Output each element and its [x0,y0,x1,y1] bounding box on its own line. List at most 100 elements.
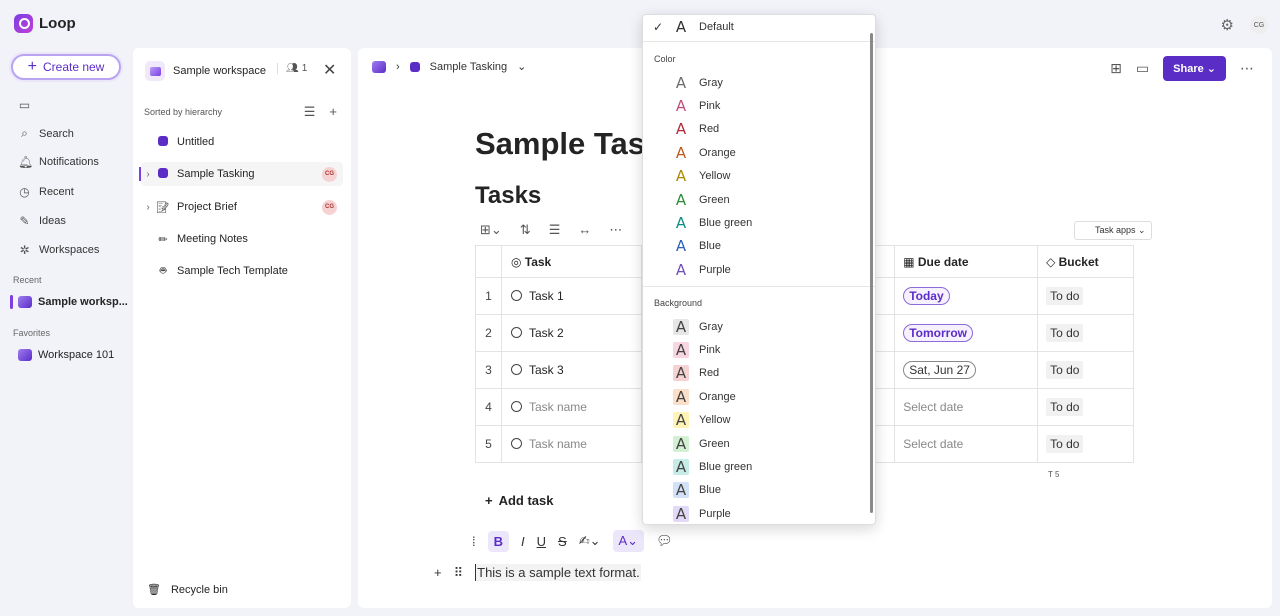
color-option-blue-green[interactable]: A Blue green [643,211,871,234]
nav-workspaces[interactable]: ✲ Workspaces [18,243,99,257]
close-icon[interactable]: ✕ [323,60,336,80]
bucket-tag[interactable]: To do [1046,435,1084,453]
color-option-orange[interactable]: A Orange [643,141,871,164]
complete-task-checkbox[interactable] [510,401,522,412]
bucket-tag[interactable]: To do [1046,287,1084,305]
page-item-sample-tech-template[interactable]: 🤖︎ Sample Tech Template [141,259,343,283]
page-item-meeting-notes[interactable]: ✏ Meeting Notes [141,227,343,251]
nav-recent[interactable]: ◷ Recent [18,185,74,199]
workspace-icon[interactable] [372,60,386,73]
background-option-orange[interactable]: A Orange [643,385,871,408]
search-icon: ⌕ [21,126,28,140]
share-button[interactable]: Share ⌄ [1163,56,1226,81]
background-option-gray[interactable]: A Gray [643,315,871,338]
color-option-red[interactable]: A Red [643,118,871,141]
nav-notifications[interactable]: 🔔︎ Notifications [18,155,99,169]
color-option-green[interactable]: A Green [643,188,871,211]
bucket-tag[interactable]: To do [1046,398,1084,416]
color-option-pink[interactable]: A Pink [643,94,871,117]
complete-task-checkbox[interactable] [510,438,522,449]
background-option-green[interactable]: A Green [643,432,871,455]
select-date[interactable]: Select date [903,400,963,414]
breadcrumb-page[interactable]: Sample Tasking [430,61,507,73]
complete-task-checkbox[interactable] [510,327,522,338]
due-date-pill[interactable]: Sat, Jun 27 [903,361,976,379]
bucket-tag[interactable]: To do [1046,361,1084,379]
nav-search[interactable]: ⌕ Search [18,126,74,141]
bold-button[interactable]: B [487,530,510,552]
nav-ideas[interactable]: ✎ Ideas [18,214,66,228]
page-label: Sample Tasking [177,168,255,180]
background-option-red[interactable]: A Red [643,362,871,385]
underline-button[interactable]: U [537,534,546,549]
font-color-icon: A [673,365,689,382]
more-options-icon[interactable]: ⋯ [1240,60,1254,77]
select-date[interactable]: Select date [903,437,963,451]
workspace-header[interactable]: Sample workspace [145,61,266,81]
recent-workspace-item[interactable]: Sample worksp... [10,295,128,309]
settings-gear-icon[interactable]: ⚙ [1221,16,1234,34]
chevron-down-icon[interactable]: ⌄ [517,60,526,73]
page-item-untitled[interactable]: Untitled [141,130,343,154]
sort-icon[interactable]: ⇅ [520,222,531,238]
complete-task-checkbox[interactable] [510,290,522,301]
font-color-icon: A [675,120,687,139]
members-button[interactable]: 👥︎ 1 [277,63,307,74]
page-item-sample-tasking[interactable]: › Sample Tasking CG [139,162,343,186]
workspace-panel: Sample workspace 👥︎ 1 ✕ Sorted by hierar… [133,48,351,608]
loop-page-icon [409,61,420,72]
recycle-bin[interactable]: 🗑︎ Recycle bin [147,583,228,597]
due-date-pill[interactable]: Tomorrow [903,324,973,342]
more-icon[interactable]: ⋯ [609,222,622,238]
background-option-blue-green[interactable]: A Blue green [643,455,871,478]
page-item-project-brief[interactable]: › 📝︎ Project Brief CG [141,195,343,219]
task-column-header[interactable]: ◎ Task [500,245,642,278]
text-style-icon[interactable]: ⁞ [472,534,476,549]
color-option-default[interactable]: ✓ A Default [643,15,871,38]
due-date-pill[interactable]: Today [903,287,950,305]
color-option-purple[interactable]: A Purple [643,258,871,281]
complete-task-checkbox[interactable] [510,364,522,375]
sample-text[interactable]: This is a sample text format. [475,564,641,581]
drag-handle-icon[interactable]: ⠿ [454,565,464,581]
add-page-icon[interactable]: + [329,104,337,120]
color-option-yellow[interactable]: A Yellow [643,165,871,188]
bucket-column-header[interactable]: ◇ Bucket [1037,245,1134,278]
workspace-name: Sample workspace [173,65,266,77]
bucket-tag[interactable]: To do [1046,324,1084,342]
background-option-pink[interactable]: A Pink [643,338,871,361]
italic-button[interactable]: I [521,534,525,549]
create-new-button[interactable]: + Create new [11,54,121,80]
filter-icon[interactable]: ☰ [549,222,561,238]
background-option-blue[interactable]: A Blue [643,479,871,502]
table-view-icon[interactable]: ⊞⌄ [480,222,502,238]
app-logo[interactable]: Loop [14,14,76,33]
add-task-button[interactable]: + Add task [485,493,554,508]
background-option-yellow[interactable]: A Yellow [643,409,871,432]
filter-icon[interactable]: ☰ [304,104,316,120]
trash-icon: 🗑︎ [147,584,161,596]
highlight-dropdown[interactable]: ✍⌄ [579,533,601,549]
font-color-icon: A [673,482,689,499]
add-block-icon[interactable]: + [434,565,442,580]
width-icon[interactable]: ↔ [578,222,591,238]
comment-icon[interactable]: 💬︎ [656,533,673,549]
apps-grid-icon[interactable]: ⊞ [1110,60,1122,77]
strikethrough-button[interactable]: S [558,534,567,549]
section-title[interactable]: Tasks [475,182,541,210]
recycle-bin-label: Recycle bin [170,583,228,596]
task-apps-button[interactable]: Task apps ⌄ [1074,221,1152,240]
color-option-blue[interactable]: A Blue [643,235,871,258]
chevron-right-icon[interactable]: › [141,202,155,213]
favorite-workspace-item[interactable]: Workspace 101 [18,349,114,361]
chevron-right-icon[interactable]: › [141,169,155,180]
text-color-dropdown[interactable]: A⌄ [612,530,645,552]
ideas-icon: ✎ [19,214,30,228]
nav-ideas-label: Ideas [39,215,66,227]
user-avatar[interactable]: CG [1250,16,1268,34]
layout-icon[interactable]: ▭ [1136,60,1149,77]
color-option-gray[interactable]: A Gray [643,71,871,94]
due-date-column-header[interactable]: ▦ Due date [894,245,1039,278]
background-option-purple[interactable]: A Purple [643,502,871,524]
toggle-panel-button[interactable]: ▭ [18,98,31,112]
